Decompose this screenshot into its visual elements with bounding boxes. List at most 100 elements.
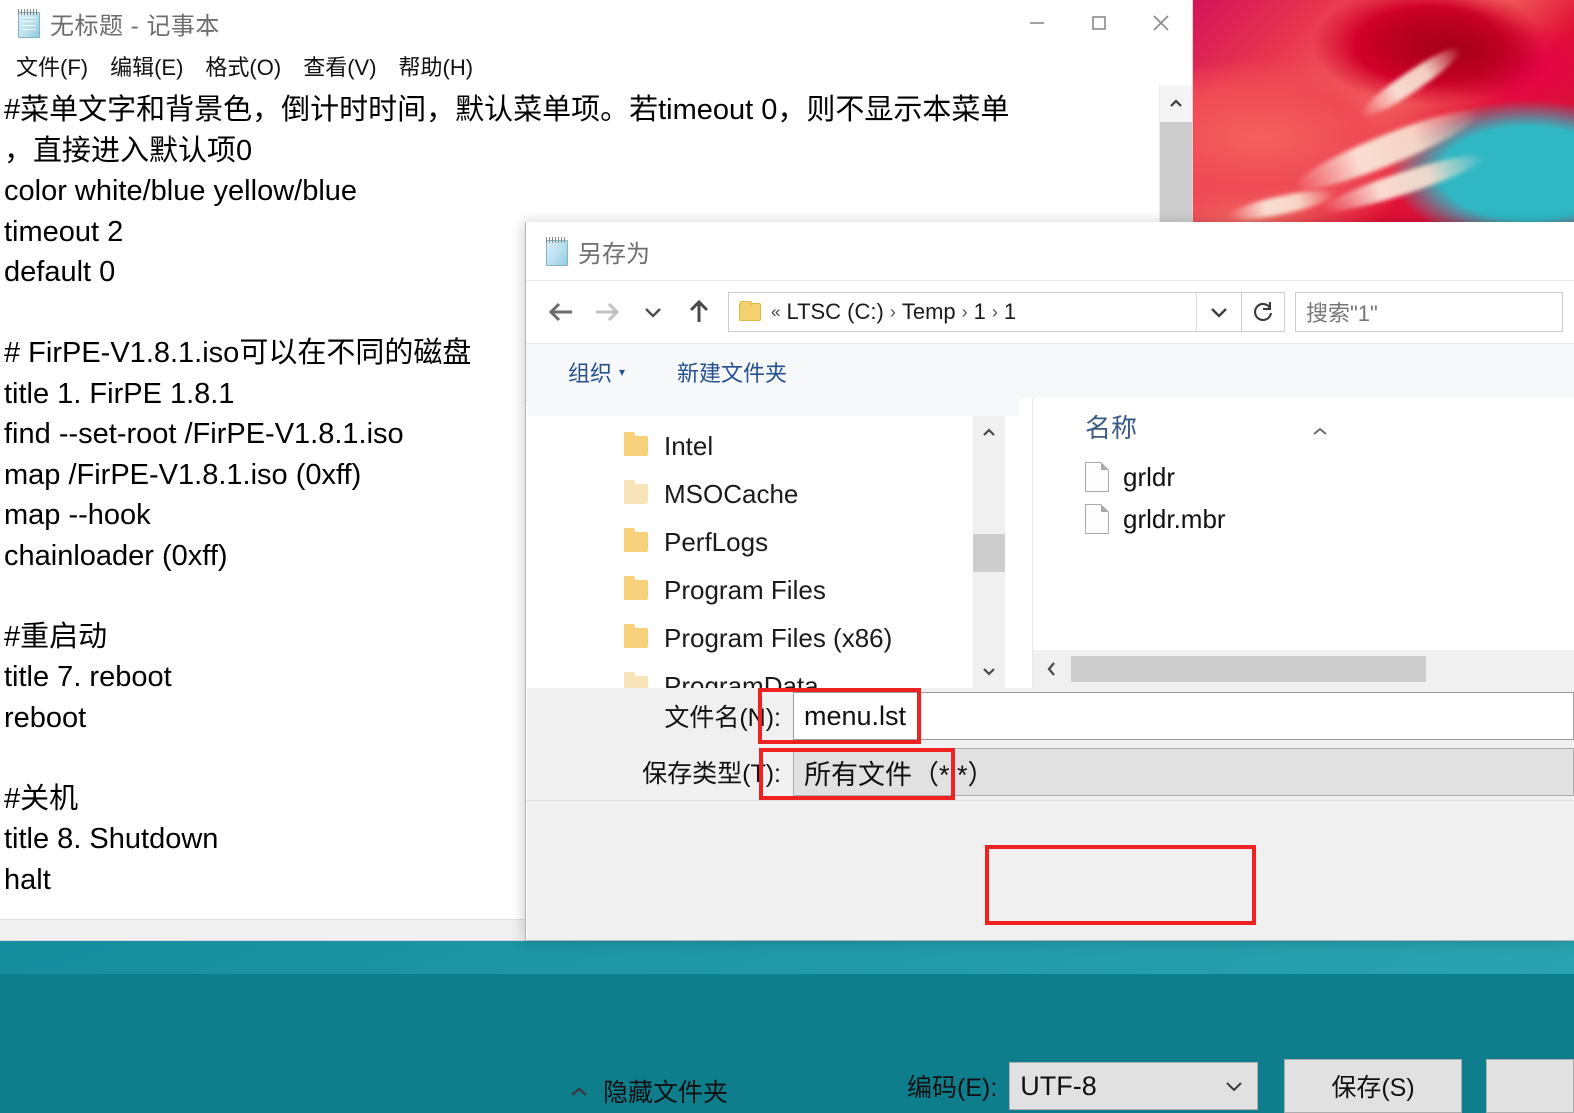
notepad-title: 无标题 - 记事本 bbox=[50, 12, 220, 40]
notepad-icon bbox=[544, 237, 570, 266]
chevron-down-icon[interactable] bbox=[1211, 1079, 1257, 1093]
notepad-window-controls bbox=[1006, 0, 1192, 46]
filename-row: 文件名(N): menu.lst bbox=[527, 688, 1574, 744]
filetype-label: 保存类型(T): bbox=[642, 760, 781, 788]
cancel-button[interactable] bbox=[1486, 1059, 1574, 1113]
encoding-label: 编码(E): bbox=[907, 1074, 998, 1102]
organize-button[interactable]: 组织 ▾ bbox=[568, 356, 625, 388]
file-name: grldr.mbr bbox=[1123, 503, 1226, 534]
file-row-grldr[interactable]: grldr bbox=[1033, 456, 1574, 498]
folder-icon bbox=[624, 672, 648, 688]
close-button[interactable] bbox=[1130, 0, 1192, 46]
file-list-pane: 名称 grldr grldr.mbr bbox=[1032, 398, 1574, 688]
nav-item-label: PerfLogs bbox=[664, 526, 769, 557]
notepad-titlebar[interactable]: 无标题 - 记事本 bbox=[0, 0, 1192, 46]
encoding-select[interactable]: UTF-8 bbox=[1009, 1062, 1258, 1110]
forward-button[interactable] bbox=[584, 289, 630, 335]
address-bar[interactable]: « LTSC (C:) › Temp › 1 › 1 bbox=[728, 292, 1242, 332]
chevron-right-icon: › bbox=[961, 301, 968, 322]
chevron-right-icon: › bbox=[991, 301, 998, 322]
nav-item-perflogs[interactable]: PerfLogs bbox=[527, 518, 1019, 566]
nav-item-program-files-x86[interactable]: Program Files (x86) bbox=[527, 614, 1019, 662]
scroll-left-arrow-icon[interactable] bbox=[1033, 660, 1071, 678]
encoding-group: 编码(E): UTF-8 保存(S) bbox=[907, 1059, 1574, 1113]
nav-item-label: MSOCache bbox=[664, 478, 799, 509]
scrollbar-thumb[interactable] bbox=[1071, 656, 1426, 682]
navigation-pane: Intel MSOCache PerfLogs Program Files Pr… bbox=[527, 398, 1020, 688]
file-name: grldr bbox=[1123, 461, 1176, 492]
file-list-column-header[interactable]: 名称 bbox=[1033, 398, 1574, 454]
scrollbar-track[interactable] bbox=[973, 450, 1005, 654]
column-header-name: 名称 bbox=[1085, 412, 1138, 443]
filename-label: 文件名(N): bbox=[664, 704, 781, 732]
navigation-pane-scrollbar[interactable] bbox=[973, 416, 1005, 688]
sort-ascending-icon bbox=[1311, 414, 1329, 445]
breadcrumb: « LTSC (C:) › Temp › 1 › 1 bbox=[771, 299, 1016, 325]
notepad-icon bbox=[16, 9, 42, 38]
recent-locations-button[interactable] bbox=[630, 289, 676, 335]
folder-icon bbox=[624, 576, 648, 600]
hide-folders-button[interactable]: 隐藏文件夹 bbox=[569, 1073, 728, 1109]
pane-splitter[interactable] bbox=[1020, 398, 1032, 688]
chevron-down-icon: ▾ bbox=[619, 365, 626, 379]
nav-item-msocache[interactable]: MSOCache bbox=[527, 470, 1019, 518]
breadcrumb-item-1[interactable]: 1 bbox=[974, 299, 986, 325]
save-as-navigation-bar: « LTSC (C:) › Temp › 1 › 1 搜索"1" bbox=[526, 281, 1574, 343]
notepad-menubar: 文件(F) 编辑(E) 格式(O) 查看(V) 帮助(H) bbox=[0, 46, 1192, 86]
folder-icon bbox=[624, 432, 648, 456]
menu-item-file[interactable]: 文件(F) bbox=[16, 50, 88, 82]
refresh-button[interactable] bbox=[1242, 292, 1285, 332]
back-button[interactable] bbox=[538, 289, 584, 335]
hide-folders-label: 隐藏文件夹 bbox=[603, 1079, 729, 1107]
address-dropdown-button[interactable] bbox=[1196, 293, 1241, 331]
save-as-toolbar: 组织 ▾ 新建文件夹 bbox=[526, 343, 1574, 401]
save-button[interactable]: 保存(S) bbox=[1284, 1059, 1462, 1113]
save-as-footer: 隐藏文件夹 编码(E): UTF-8 保存(S) bbox=[527, 800, 1574, 1113]
scroll-down-arrow-icon[interactable] bbox=[973, 654, 1005, 688]
maximize-button[interactable] bbox=[1068, 0, 1130, 46]
nav-item-label: Program Files (x86) bbox=[664, 622, 893, 653]
organize-label: 组织 bbox=[568, 361, 613, 386]
breadcrumb-item-ltsc[interactable]: LTSC (C:) bbox=[786, 299, 883, 325]
filetype-row: 保存类型(T): 所有文件（*.*） bbox=[527, 744, 1574, 800]
file-list: grldr grldr.mbr bbox=[1033, 454, 1574, 650]
nav-item-intel[interactable]: Intel bbox=[527, 422, 1019, 470]
scroll-up-arrow-icon[interactable] bbox=[973, 416, 1005, 450]
file-list-horizontal-scrollbar[interactable] bbox=[1033, 650, 1574, 688]
chevron-right-icon: › bbox=[889, 301, 896, 322]
filename-input[interactable]: menu.lst bbox=[793, 692, 1574, 740]
breadcrumb-item-1-sub[interactable]: 1 bbox=[1004, 299, 1016, 325]
menu-item-help[interactable]: 帮助(H) bbox=[399, 50, 474, 82]
save-as-panes: Intel MSOCache PerfLogs Program Files Pr… bbox=[527, 398, 1574, 688]
filetype-select[interactable]: 所有文件（*.*） bbox=[793, 748, 1574, 796]
save-as-dialog: 另存为 « LTSC (C:) › Temp › 1 › 1 搜索"1" 组织 … bbox=[525, 222, 1574, 1113]
menu-item-format[interactable]: 格式(O) bbox=[205, 50, 281, 82]
nav-item-program-files[interactable]: Program Files bbox=[527, 566, 1019, 614]
wallpaper-petal-streak bbox=[1226, 184, 1338, 222]
chevron-up-icon bbox=[569, 1077, 589, 1106]
minimize-button[interactable] bbox=[1006, 0, 1068, 46]
nav-item-label: Program Files bbox=[664, 574, 826, 605]
new-folder-label: 新建文件夹 bbox=[677, 361, 788, 386]
navigation-pane-header bbox=[527, 398, 1019, 416]
save-as-titlebar[interactable]: 另存为 bbox=[526, 222, 1574, 281]
wallpaper-flower-image bbox=[1191, 0, 1574, 222]
up-one-level-button[interactable] bbox=[676, 289, 722, 335]
file-icon bbox=[1085, 504, 1109, 534]
folder-icon bbox=[624, 480, 648, 504]
file-row-grldr-mbr[interactable]: grldr.mbr bbox=[1033, 498, 1574, 540]
nav-item-programdata[interactable]: ProgramData bbox=[527, 662, 1019, 688]
menu-item-edit[interactable]: 编辑(E) bbox=[110, 50, 183, 82]
folder-icon bbox=[739, 301, 761, 321]
scrollbar-thumb[interactable] bbox=[973, 534, 1005, 572]
save-as-form: 文件名(N): menu.lst 保存类型(T): 所有文件（*.*） bbox=[527, 688, 1574, 800]
save-as-title: 另存为 bbox=[578, 240, 650, 268]
new-folder-button[interactable]: 新建文件夹 bbox=[677, 356, 787, 388]
menu-item-view[interactable]: 查看(V) bbox=[303, 50, 376, 82]
scroll-up-arrow-icon[interactable] bbox=[1160, 86, 1192, 122]
folder-icon bbox=[624, 624, 648, 648]
search-input[interactable]: 搜索"1" bbox=[1295, 292, 1563, 332]
nav-item-label: Intel bbox=[664, 430, 714, 461]
breadcrumb-item-temp[interactable]: Temp bbox=[902, 299, 956, 325]
breadcrumb-overflow[interactable]: « bbox=[771, 302, 780, 322]
